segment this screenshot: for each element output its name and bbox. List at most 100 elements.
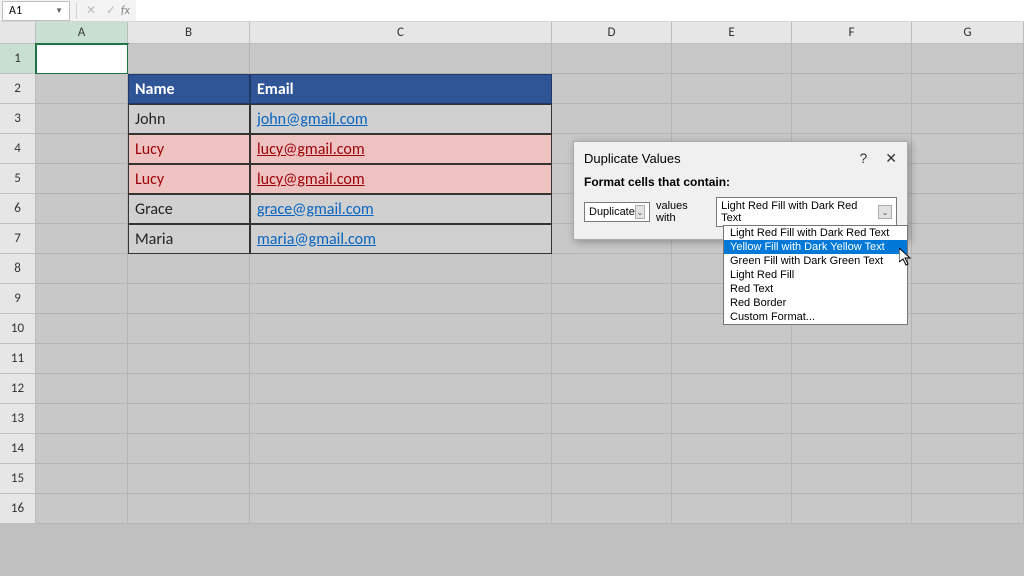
cell[interactable] [36,44,128,74]
col-header-B[interactable]: B [128,22,250,44]
cell[interactable] [912,434,1024,464]
cell[interactable] [128,344,250,374]
cell[interactable] [912,344,1024,374]
email-link[interactable]: lucy@gmail.com [257,140,365,159]
cell[interactable] [128,254,250,284]
cell[interactable] [912,314,1024,344]
cell[interactable]: Name [128,74,250,104]
cell[interactable] [250,344,552,374]
col-header-A[interactable]: A [36,22,128,44]
duplicate-select[interactable]: Duplicate ⌄ [584,202,650,222]
cell[interactable] [552,464,672,494]
dialog-titlebar[interactable]: Duplicate Values ? ✕ [574,142,907,175]
cell[interactable] [128,464,250,494]
cell[interactable] [552,44,672,74]
row-header[interactable]: 2 [0,74,36,104]
cell[interactable]: Email [250,74,552,104]
cell[interactable] [912,494,1024,524]
cell[interactable] [36,104,128,134]
email-link[interactable]: john@gmail.com [257,110,368,129]
row-header[interactable]: 13 [0,404,36,434]
select-all-corner[interactable] [0,22,36,44]
cell[interactable] [250,254,552,284]
cell[interactable]: maria@gmail.com [250,224,552,254]
cell[interactable] [250,494,552,524]
cell[interactable] [36,134,128,164]
cell[interactable] [672,344,792,374]
cell[interactable] [36,164,128,194]
cell[interactable] [912,194,1024,224]
cell[interactable] [792,104,912,134]
cell[interactable] [792,434,912,464]
row-header[interactable]: 14 [0,434,36,464]
cell[interactable] [36,374,128,404]
format-select[interactable]: Light Red Fill with Dark Red Text ⌄ [716,197,897,227]
row-header[interactable]: 6 [0,194,36,224]
cell[interactable] [912,464,1024,494]
cell[interactable] [792,494,912,524]
cell[interactable]: Grace [128,194,250,224]
email-link[interactable]: grace@gmail.com [257,200,374,219]
cell[interactable] [36,194,128,224]
cell[interactable] [552,104,672,134]
row-header[interactable]: 5 [0,164,36,194]
cell[interactable] [128,314,250,344]
cell[interactable] [552,404,672,434]
cell[interactable]: john@gmail.com [250,104,552,134]
row-header[interactable]: 8 [0,254,36,284]
cell[interactable] [36,254,128,284]
cell[interactable] [792,374,912,404]
cell[interactable] [250,314,552,344]
cell[interactable] [912,104,1024,134]
cell[interactable] [250,404,552,434]
col-header-F[interactable]: F [792,22,912,44]
cell[interactable]: lucy@gmail.com [250,164,552,194]
cell[interactable] [792,344,912,374]
close-icon[interactable]: ✕ [885,150,897,167]
dropdown-option[interactable]: Green Fill with Dark Green Text [724,254,907,268]
cell[interactable] [672,464,792,494]
cell[interactable] [792,404,912,434]
col-header-E[interactable]: E [672,22,792,44]
cell[interactable] [552,254,672,284]
cell[interactable] [552,344,672,374]
row-header[interactable]: 10 [0,314,36,344]
row-header[interactable]: 1 [0,44,36,74]
cell[interactable]: Lucy [128,164,250,194]
cell[interactable] [36,464,128,494]
row-header[interactable]: 16 [0,494,36,524]
cell[interactable] [36,404,128,434]
cell[interactable] [250,284,552,314]
cell[interactable] [128,494,250,524]
cell[interactable] [36,74,128,104]
cell[interactable] [36,284,128,314]
enter-icon[interactable]: ✓ [101,3,121,18]
cell[interactable] [250,434,552,464]
cell[interactable] [128,44,250,74]
row-header[interactable]: 7 [0,224,36,254]
cell[interactable] [912,74,1024,104]
cell[interactable] [672,44,792,74]
cell[interactable] [552,314,672,344]
dropdown-option[interactable]: Red Border [724,296,907,310]
cell[interactable] [672,374,792,404]
formula-input[interactable] [136,0,1024,21]
cell[interactable] [792,44,912,74]
cell[interactable]: John [128,104,250,134]
cell[interactable] [672,494,792,524]
cell[interactable] [912,224,1024,254]
row-header[interactable]: 15 [0,464,36,494]
dropdown-option[interactable]: Light Red Fill with Dark Red Text [724,226,907,240]
cell[interactable] [128,434,250,464]
cell[interactable] [552,284,672,314]
cell[interactable] [912,374,1024,404]
dropdown-option[interactable]: Light Red Fill [724,268,907,282]
cell[interactable] [128,374,250,404]
cell[interactable] [792,464,912,494]
cell[interactable] [36,344,128,374]
dropdown-option[interactable]: Custom Format... [724,310,907,324]
cell[interactable] [912,44,1024,74]
email-link[interactable]: maria@gmail.com [257,230,376,249]
cell[interactable] [250,374,552,404]
cell[interactable] [912,164,1024,194]
